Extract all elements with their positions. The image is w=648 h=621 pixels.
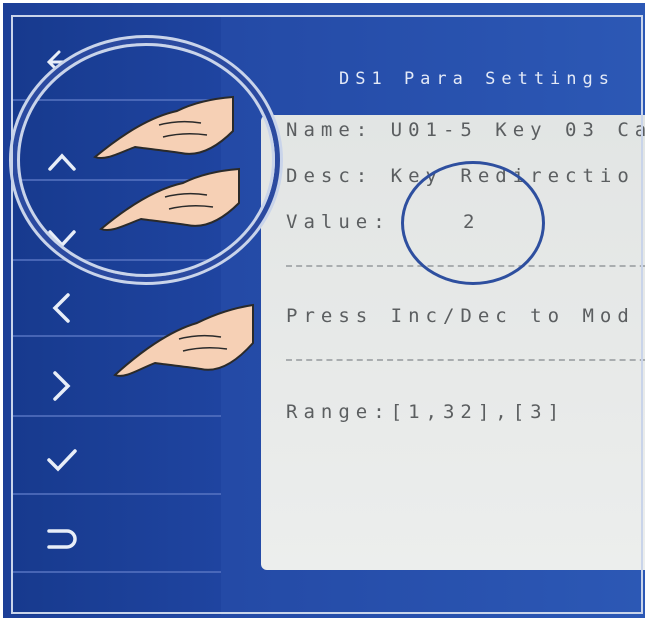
param-name: Name: U01-5 Key 03 Ca [286, 119, 645, 141]
checkmark-icon [47, 449, 77, 472]
pointing-hand-icon [99, 167, 240, 231]
instruction-text: Press Inc/Dec to Mod [286, 305, 635, 327]
range-text: Range:[1,32],[3] [286, 401, 566, 423]
chevron-right-icon [53, 371, 71, 401]
chevron-left-icon [52, 293, 70, 323]
confirm-button[interactable] [13, 425, 221, 495]
return-icon [47, 529, 77, 549]
divider [286, 359, 645, 361]
value-highlight-ring [401, 161, 545, 285]
pointing-hand-icon [93, 95, 234, 159]
device-frame: DS1 Para Settings Name: U01-5 Key 03 Ca … [3, 3, 645, 618]
pointing-hand-icon [113, 303, 254, 377]
value-label: Value: [286, 211, 391, 233]
page-title: DS1 Para Settings [339, 69, 615, 89]
return-button[interactable] [13, 503, 221, 573]
